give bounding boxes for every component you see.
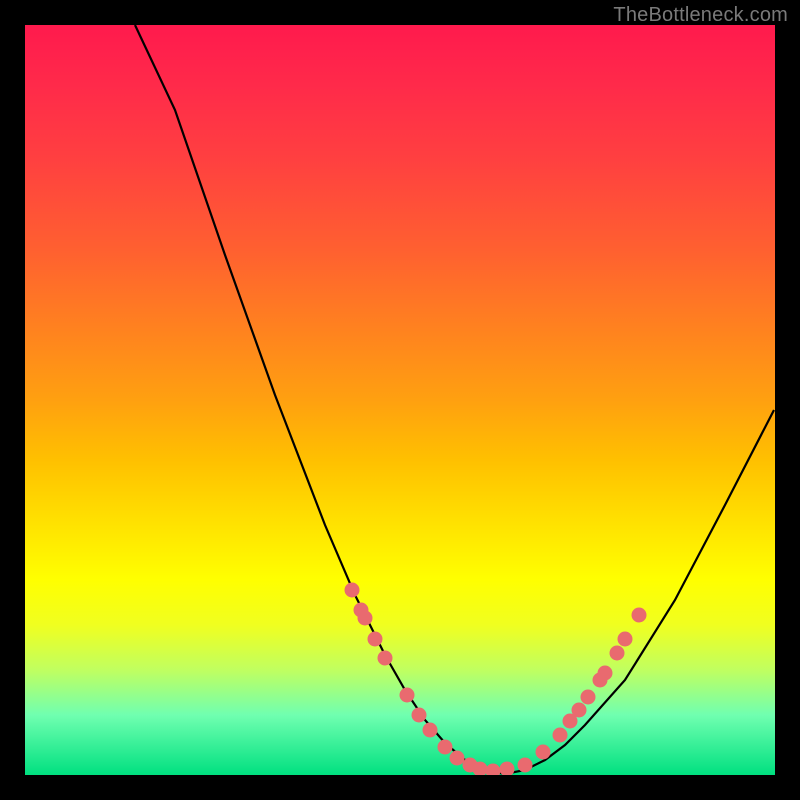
data-point-dot [378,651,393,666]
data-point-dot [358,611,373,626]
data-point-dot [518,758,533,773]
data-point-dot [438,740,453,755]
data-point-dot [610,646,625,661]
data-point-dot [536,745,551,760]
data-point-dot [553,728,568,743]
data-point-dot [581,690,596,705]
data-point-dot [400,688,415,703]
data-point-dot [423,723,438,738]
data-point-dot [486,764,501,776]
bottleneck-curve [25,25,775,775]
data-point-dot [500,762,515,776]
watermark-text: TheBottleneck.com [613,4,788,27]
data-point-dot [368,632,383,647]
data-point-dot [598,666,613,681]
plot-area [25,25,775,775]
data-point-dot [345,583,360,598]
data-point-dot [618,632,633,647]
data-point-dot [572,703,587,718]
data-point-dot [450,751,465,766]
data-point-dot [632,608,647,623]
chart-frame: TheBottleneck.com [0,0,800,800]
data-point-dot [412,708,427,723]
